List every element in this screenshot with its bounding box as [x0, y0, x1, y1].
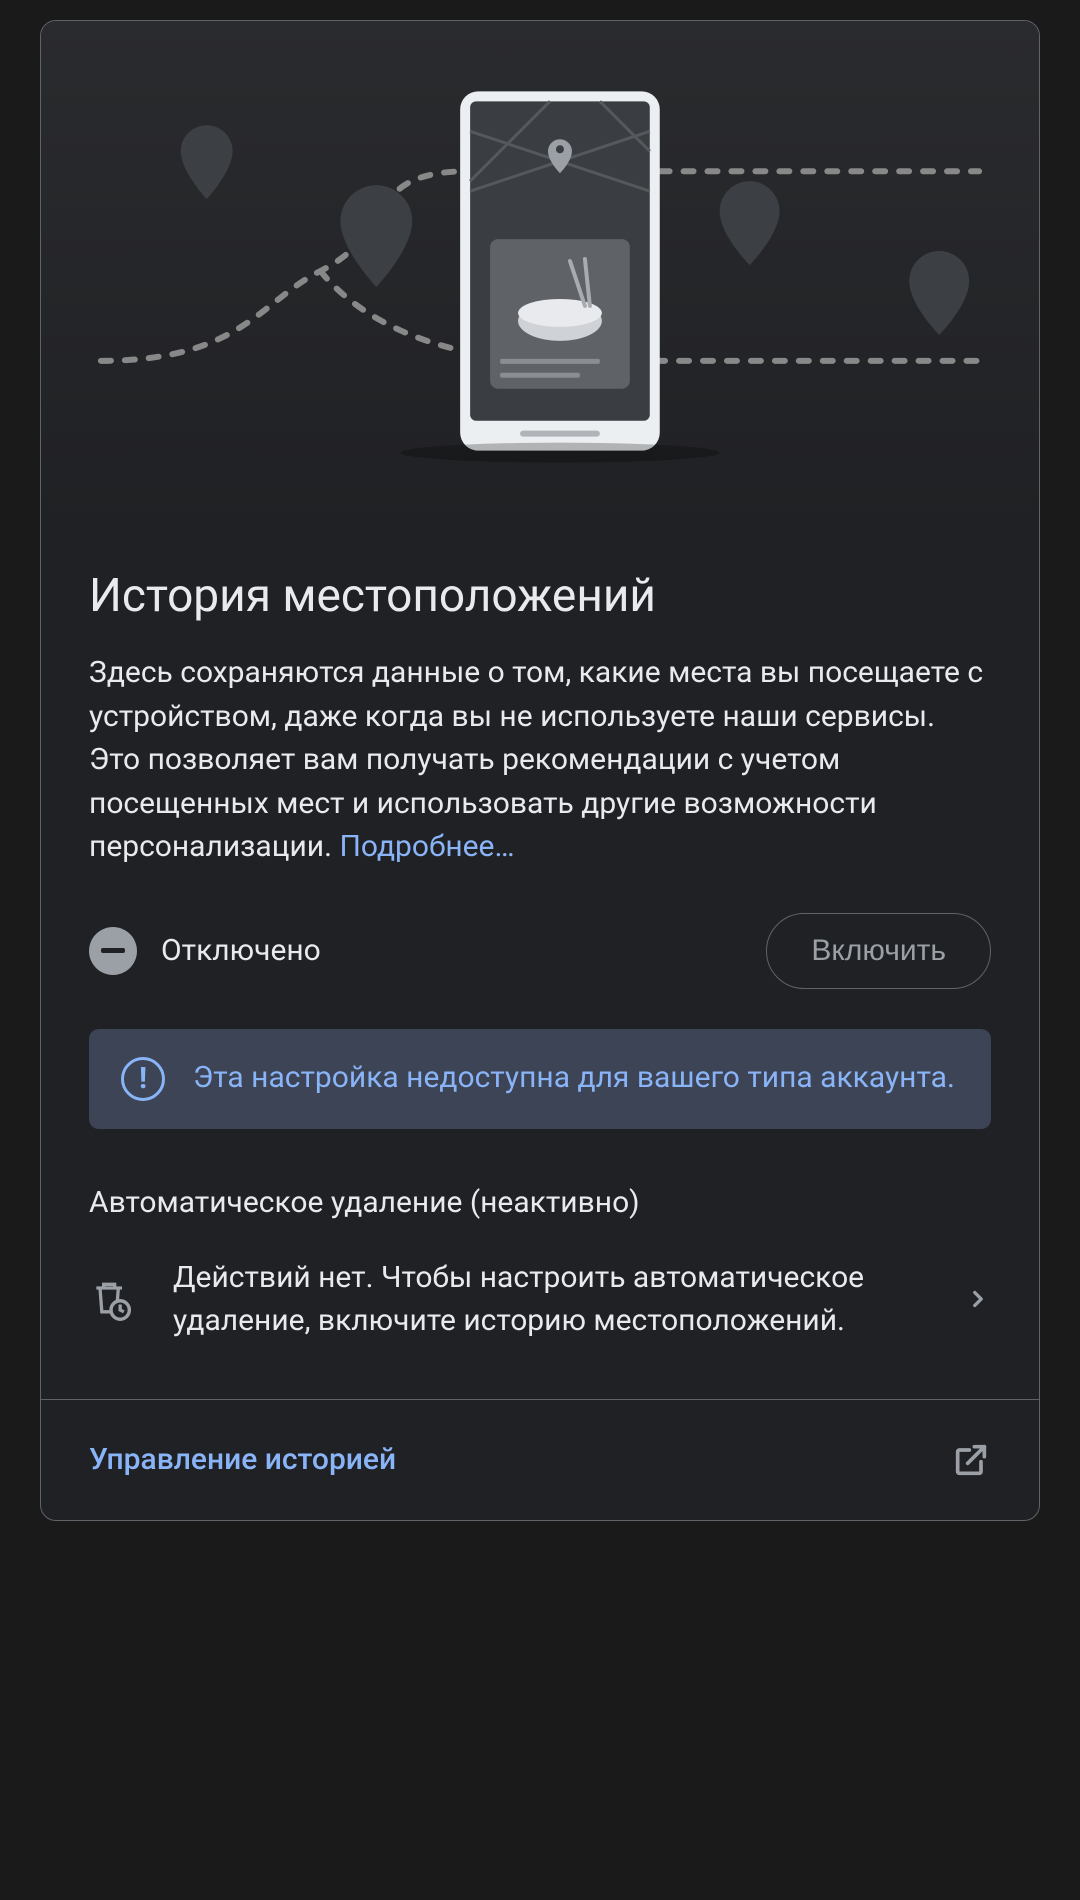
status-label: Отключено — [161, 933, 321, 968]
status-left: Отключено — [89, 927, 321, 975]
open-external-icon[interactable] — [951, 1440, 991, 1480]
hero-illustration — [41, 21, 1039, 521]
manage-history-link[interactable]: Управление историей — [89, 1442, 396, 1477]
footer: Управление историей — [41, 1400, 1039, 1520]
phone-map-illustration — [41, 21, 1039, 521]
learn-more-link[interactable]: Подробнее… — [339, 829, 514, 864]
description-text: Здесь сохраняются данные о том, какие ме… — [89, 651, 991, 869]
status-row: Отключено Включить — [89, 913, 991, 989]
auto-delete-heading: Автоматическое удаление (неактивно) — [89, 1185, 991, 1220]
enable-button[interactable]: Включить — [766, 913, 991, 989]
chevron-right-icon — [965, 1286, 991, 1312]
auto-delete-icon — [89, 1277, 133, 1321]
alert-text: Эта настройка недоступна для вашего типа… — [193, 1057, 955, 1099]
auto-delete-row[interactable]: Действий нет. Чтобы настроить автоматиче… — [89, 1256, 991, 1399]
auto-delete-text: Действий нет. Чтобы настроить автоматиче… — [173, 1256, 925, 1343]
alert-info-icon: ! — [121, 1057, 165, 1101]
description-body: Здесь сохраняются данные о том, какие ме… — [89, 655, 983, 864]
location-history-card: История местоположений Здесь сохраняются… — [40, 20, 1040, 1521]
paused-icon — [89, 927, 137, 975]
unavailable-alert: ! Эта настройка недоступна для вашего ти… — [89, 1029, 991, 1129]
page-title: История местоположений — [89, 569, 991, 623]
